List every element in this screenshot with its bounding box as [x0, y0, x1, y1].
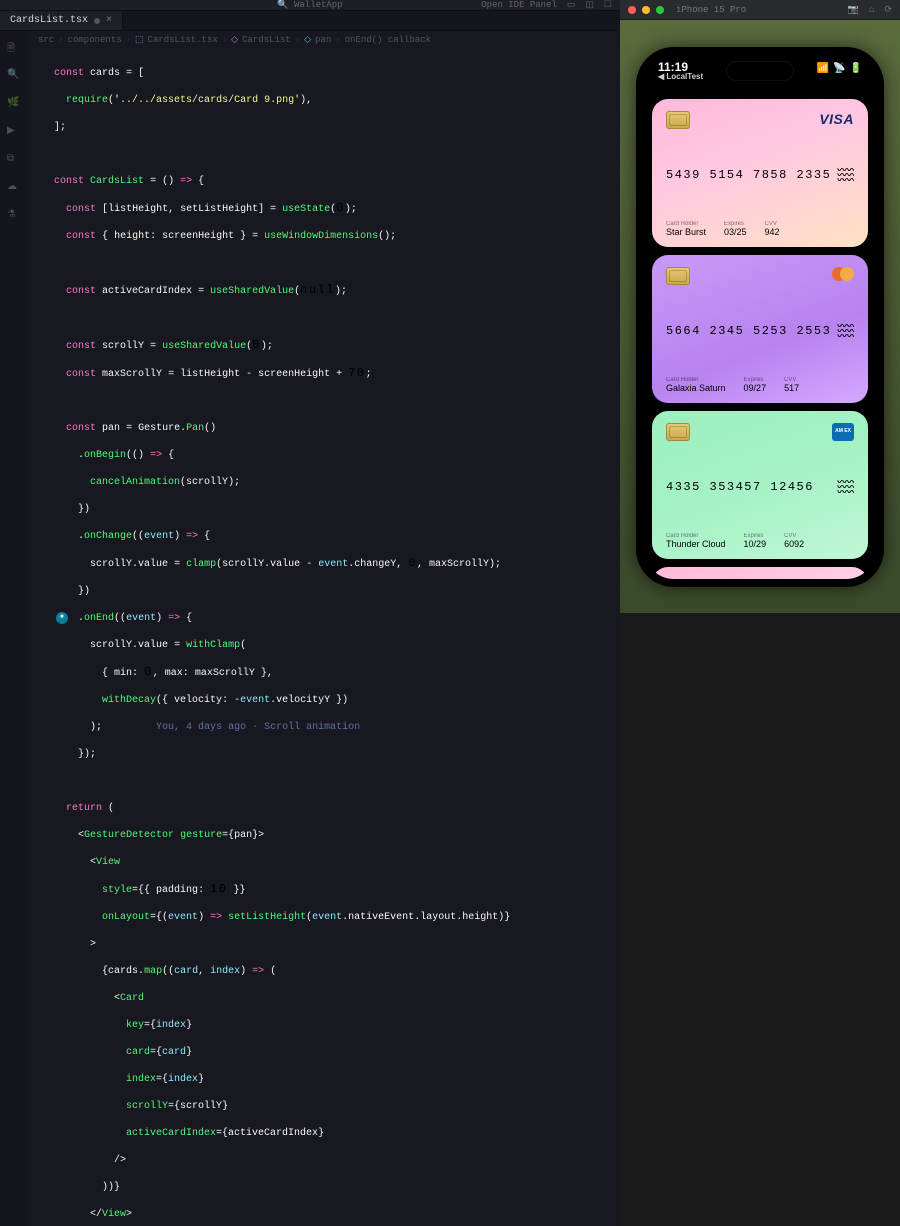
simulator-pane: iPhone 15 Pro 📷 ⌂ ⟳ 11:19 ◀ LocalTest 📶 … — [620, 0, 900, 613]
card-number: 5439 5154 7858 2335 — [666, 168, 831, 182]
cvv-label: CVV — [784, 533, 804, 539]
holder-value: Galaxia Saturn — [666, 383, 726, 393]
credit-card[interactable]: 5664 2345 5253 2553 ⸾⸾⸾ Card HolderGalax… — [652, 255, 868, 403]
cvv-value: 6092 — [784, 539, 804, 549]
code-area[interactable]: const cards = [ require('../../assets/ca… — [28, 49, 620, 1226]
exp-label: Expires — [724, 221, 747, 227]
holder-value: Star Burst — [666, 227, 706, 237]
chip-icon — [666, 111, 690, 129]
activity-bar: 🗎 🔍 🌿 ▶ ⧉ ☁ ⚗ 👤 ⚙ — [0, 31, 28, 1226]
tab-bar: CardsList.tsx × — [0, 11, 620, 31]
cvv-label: CVV — [784, 377, 799, 383]
holder-label: Card Holder — [666, 221, 706, 227]
chip-icon — [666, 267, 690, 285]
brand-logo — [832, 267, 854, 281]
titlebar-search[interactable]: 🔍 WalletApp — [277, 0, 342, 10]
exp-label: Expires — [744, 377, 767, 383]
open-ide-panel-link[interactable]: Open IDE Panel — [481, 0, 557, 10]
dynamic-island — [726, 61, 794, 81]
remote-icon[interactable]: ☁ — [7, 181, 21, 195]
layout-split-icon[interactable]: ◫ — [585, 0, 594, 10]
exp-value: 10/29 — [744, 539, 767, 549]
crumb-callback[interactable]: onEnd() callback — [345, 35, 431, 45]
signal-icon: 📶 — [817, 63, 829, 74]
exp-value: 09/27 — [744, 383, 767, 393]
exp-label: Expires — [744, 533, 767, 539]
home-icon[interactable]: ⌂ — [869, 5, 874, 15]
device-label: iPhone 15 Pro — [676, 5, 746, 15]
battery-icon: 🔋 — [850, 63, 862, 74]
tab-modified-dot — [94, 18, 100, 24]
cvv-label: CVV — [765, 221, 780, 227]
credit-card[interactable]: AM EX 4335 353457 12456 ⸾⸾⸾ Card HolderT… — [652, 411, 868, 559]
simulator-toolbar: iPhone 15 Pro 📷 ⌂ ⟳ — [620, 0, 900, 20]
holder-label: Card Holder — [666, 533, 726, 539]
explorer-icon[interactable]: 🗎 — [7, 41, 21, 55]
tab-cardslist[interactable]: CardsList.tsx × — [0, 11, 123, 30]
rotate-icon[interactable]: ⟳ — [884, 5, 892, 15]
traffic-min-icon[interactable] — [642, 6, 650, 14]
iphone-frame: 11:19 ◀ LocalTest 📶 📡 🔋 — [636, 47, 884, 587]
card-list[interactable]: VISA 5439 5154 7858 2335 ⸾⸾⸾ Card Holder… — [644, 95, 876, 579]
testing-icon[interactable]: ⚗ — [7, 209, 21, 223]
nfc-icon: ⸾⸾⸾ — [837, 479, 856, 494]
device-statusbar: 11:19 ◀ LocalTest 📶 📡 🔋 — [644, 55, 876, 95]
nfc-icon: ⸾⸾⸾ — [837, 323, 856, 338]
crumb-components[interactable]: components — [68, 35, 122, 45]
chip-icon — [666, 423, 690, 441]
nfc-icon: ⸾⸾⸾ — [837, 167, 856, 182]
search-icon[interactable]: 🔍 — [7, 69, 21, 83]
layout-icon[interactable]: ▭ — [567, 0, 576, 10]
wifi-icon: 📡 — [833, 63, 845, 74]
device-wrapper: 11:19 ◀ LocalTest 📶 📡 🔋 — [620, 20, 900, 613]
device-screen[interactable]: 11:19 ◀ LocalTest 📶 📡 🔋 — [644, 55, 876, 579]
card-number: 5664 2345 5253 2553 — [666, 324, 831, 338]
tab-label: CardsList.tsx — [10, 15, 88, 26]
credit-card[interactable]: VISA 5439 5154 7858 2335 ⸾⸾⸾ Card Holder… — [652, 99, 868, 247]
git-blame-annotation: You, 4 days ago · Scroll animation — [120, 722, 360, 733]
status-back-to[interactable]: ◀ LocalTest — [658, 73, 703, 82]
cvv-value: 517 — [784, 383, 799, 393]
traffic-close-icon[interactable] — [628, 6, 636, 14]
editor-pane[interactable]: src› components› ⬚CardsList.tsx› ◇CardsL… — [28, 31, 620, 1226]
crumb-file[interactable]: CardsList.tsx — [148, 35, 218, 45]
layout-panel-icon[interactable]: ☐ — [604, 0, 612, 10]
extensions-icon[interactable]: ⧉ — [7, 153, 21, 167]
screenshot-icon[interactable]: 📷 — [848, 5, 859, 15]
brand-logo: VISA — [819, 111, 854, 127]
ide-titlebar: 🔍 WalletApp Open IDE Panel ▭ ◫ ☐ — [0, 0, 620, 11]
exp-value: 03/25 — [724, 227, 747, 237]
brand-logo: AM EX — [832, 423, 854, 441]
breadcrumb[interactable]: src› components› ⬚CardsList.tsx› ◇CardsL… — [28, 31, 620, 49]
credit-card[interactable]: VISA — [652, 567, 868, 579]
crumb-pan[interactable]: pan — [315, 35, 331, 45]
holder-label: Card Holder — [666, 377, 726, 383]
cvv-value: 942 — [765, 227, 780, 237]
close-tab-icon[interactable]: × — [106, 15, 112, 26]
ide-window: 🔍 WalletApp Open IDE Panel ▭ ◫ ☐ CardsLi… — [0, 0, 620, 613]
traffic-max-icon[interactable] — [656, 6, 664, 14]
card-number: 4335 353457 12456 — [666, 480, 814, 494]
debug-icon[interactable]: ▶ — [7, 125, 21, 139]
crumb-src[interactable]: src — [38, 35, 54, 45]
crumb-symbol1[interactable]: CardsList — [242, 35, 291, 45]
gutter-action-icon[interactable]: ✦ — [56, 612, 68, 624]
holder-value: Thunder Cloud — [666, 539, 726, 549]
git-icon[interactable]: 🌿 — [7, 97, 21, 111]
